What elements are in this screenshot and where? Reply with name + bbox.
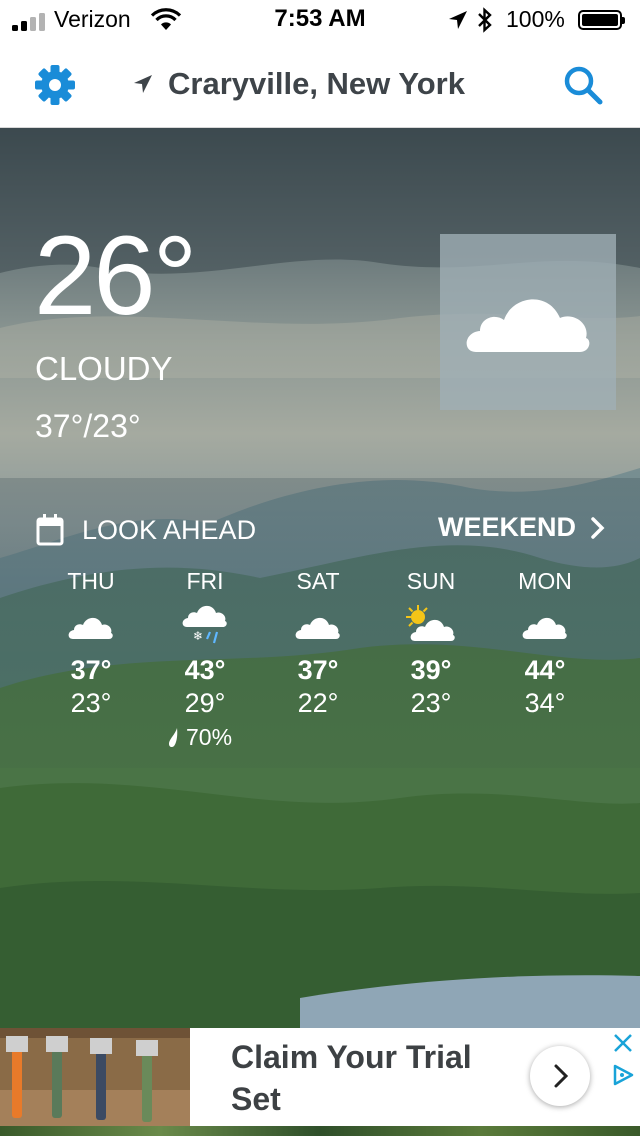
ad-product-image [0,1028,190,1126]
day-high: 37° [70,655,112,685]
ad-choices-icon[interactable] [610,1062,636,1088]
battery-icon [578,10,625,30]
svg-text:❄: ❄ [193,629,203,643]
forecast-day-sun[interactable]: SUN 39° 23° [375,568,487,719]
location-arrow-icon [134,75,152,93]
bottom-image-strip [0,1126,640,1136]
current-temperature: 26° [34,213,197,338]
day-low: 23° [70,688,112,718]
search-icon[interactable] [562,64,606,108]
look-ahead-title: LOOK AHEAD [82,514,257,545]
chevron-right-icon [591,516,605,539]
location-services-icon [449,11,467,29]
day-high: 44° [524,655,566,685]
calendar-icon [36,514,64,546]
location-selector[interactable]: Craryville, New York [132,64,465,104]
cloud-icon [466,299,590,352]
bluetooth-icon [478,7,492,33]
cloud-icon [68,617,113,639]
day-low: 23° [410,688,452,718]
day-low: 29° [184,688,226,718]
weekend-link[interactable]: WEEKEND [438,512,606,543]
current-conditions: 26° CLOUDY 37°/23° [0,128,640,478]
day-name: MON [518,568,572,594]
current-condition: CLOUDY [35,350,173,387]
ad-headline: Claim Your Trial Set [231,1039,472,1117]
day-name: THU [67,568,115,594]
day-high: 37° [297,655,339,685]
forecast-day-thu[interactable]: THU 37° 23° [35,568,147,719]
ad-open-button[interactable] [530,1046,590,1106]
location-title: Craryville, New York [168,66,465,101]
cloud-snow-rain-icon: ❄ [182,605,227,644]
cloud-icon [295,617,340,639]
precip-value: 70% [186,724,233,750]
forecast-day-mon[interactable]: MON 44° 34° [489,568,601,719]
ad-banner[interactable]: Claim Your Trial Set [0,1028,640,1126]
precip-chance-fri: 70% [166,724,232,751]
day-name: SAT [296,568,340,594]
raindrop-icon [169,727,178,747]
day-name: SUN [406,568,456,594]
condition-icon-tile [440,234,616,410]
forecast-day-fri[interactable]: FRI ❄ 43° 29° [149,568,261,719]
day-high: 43° [184,655,226,685]
current-hi-lo: 37°/23° [35,408,141,444]
settings-gear-icon[interactable] [34,64,76,106]
chevron-right-icon [554,1064,569,1088]
status-bar: Verizon 7:53 AM 100% [0,0,640,40]
look-ahead-header: LOOK AHEAD [36,514,256,546]
day-low: 34° [524,688,566,718]
look-ahead-panel: LOOK AHEAD WEEKEND THU 37° 23° FRI ❄ 43°… [0,478,640,768]
partly-sunny-icon [406,605,455,641]
forecast-day-sat[interactable]: SAT 37° 22° [262,568,374,719]
battery-percent: 100% [506,6,565,32]
day-low: 22° [297,688,339,718]
cloud-icon [522,617,567,639]
header-bar: Craryville, New York [0,40,640,128]
day-name: FRI [186,568,224,594]
weekend-label: WEEKEND [437,512,576,542]
close-icon[interactable] [612,1032,634,1054]
day-high: 39° [410,655,452,685]
